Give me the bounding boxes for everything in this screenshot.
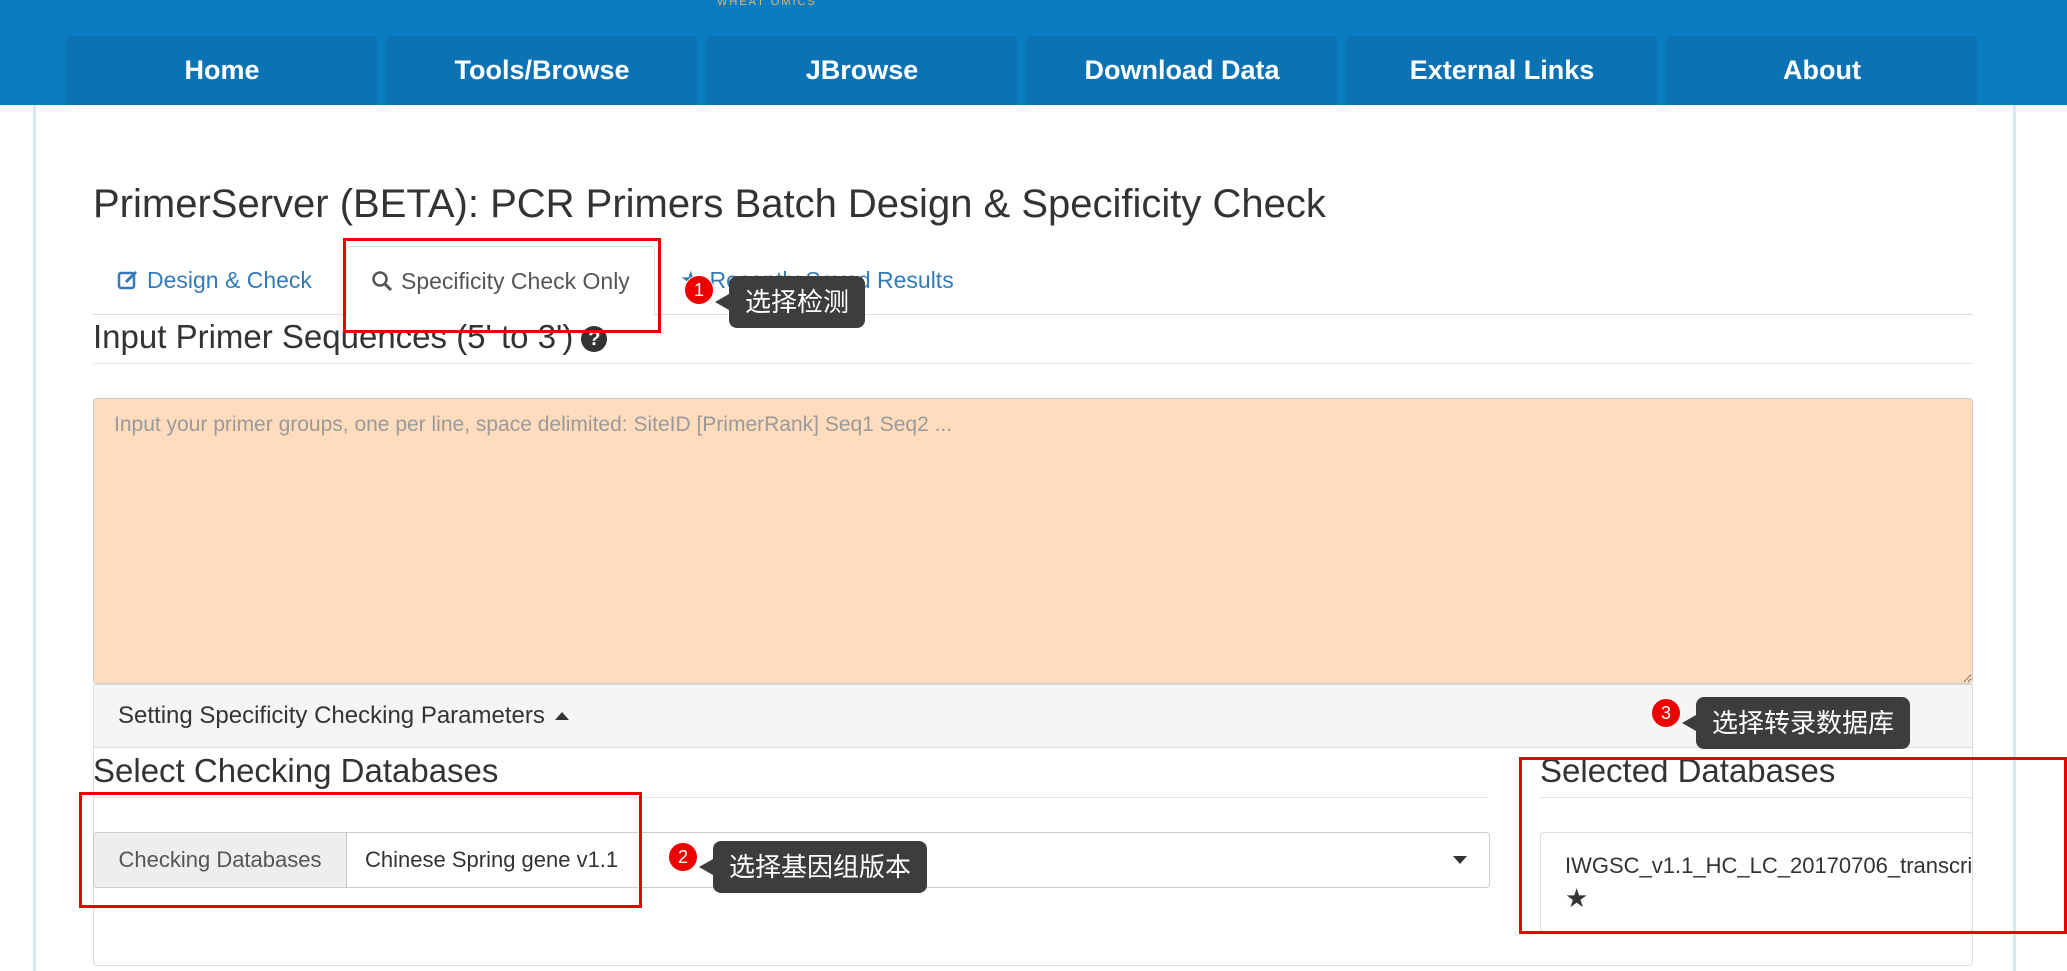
- annotation-box-3: [1519, 757, 2067, 934]
- primer-input[interactable]: [93, 398, 1973, 684]
- annotation-box-1: [343, 238, 661, 333]
- edit-icon: [117, 270, 138, 290]
- top-navbar: WHEAT OMICS Home Tools/Browse JBrowse Do…: [0, 0, 2067, 105]
- annotation-box-2: [79, 792, 642, 908]
- brand-tagline: WHEAT OMICS: [717, 0, 817, 8]
- nav-download-data[interactable]: Download Data: [1026, 36, 1338, 105]
- nav-external-links[interactable]: External Links: [1346, 36, 1658, 105]
- annotation-number-2: 2: [668, 842, 698, 872]
- annotation-callout-2: 选择基因组版本: [698, 841, 928, 893]
- annotation-callout-1: 选择检测: [714, 276, 866, 328]
- nav-about[interactable]: About: [1666, 36, 1978, 105]
- nav-jbrowse[interactable]: JBrowse: [706, 36, 1018, 105]
- main-nav: Home Tools/Browse JBrowse Download Data …: [66, 36, 1978, 105]
- caret-up-icon: [554, 712, 569, 720]
- annotation-callout-3: 选择转录数据库: [1681, 697, 1911, 749]
- nav-tools-browse[interactable]: Tools/Browse: [386, 36, 698, 105]
- nav-home[interactable]: Home: [66, 36, 378, 105]
- tab-design-check[interactable]: Design & Check: [93, 246, 336, 314]
- annotation-number-1: 1: [684, 275, 714, 305]
- chevron-down-icon: [1453, 856, 1467, 864]
- tab-design-check-label: Design & Check: [147, 266, 312, 293]
- page-title: PrimerServer (BETA): PCR Primers Batch D…: [93, 182, 1326, 226]
- annotation-number-3: 3: [1651, 698, 1681, 728]
- params-header-label: Setting Specificity Checking Parameters: [118, 702, 545, 729]
- divider: [93, 363, 1973, 364]
- checking-section-title: Select Checking Databases: [93, 752, 499, 789]
